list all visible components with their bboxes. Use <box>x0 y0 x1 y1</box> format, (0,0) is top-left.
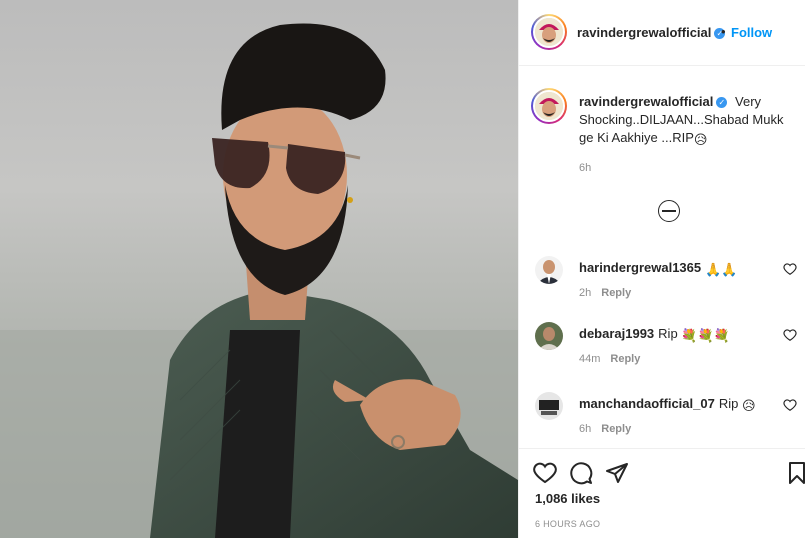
comment-meta: 6h Reply <box>579 423 631 435</box>
like-icon[interactable] <box>533 461 557 485</box>
post-photo[interactable] <box>0 0 518 538</box>
comment-body: Rip <box>718 396 739 411</box>
folded-hands-icon: 🙏🙏 <box>705 262 738 277</box>
comment-meta: 2h Reply <box>579 287 631 299</box>
comment-avatar[interactable] <box>535 322 563 350</box>
comment-username[interactable]: manchandaofficial_07 <box>579 396 715 411</box>
verified-icon: ✓ <box>716 97 728 109</box>
comment-icon[interactable] <box>569 461 593 485</box>
comment-like-icon[interactable] <box>783 328 797 342</box>
comment-body: Rip <box>658 326 678 341</box>
comment-text: manchandaofficial_07 Rip 😥 <box>579 396 756 414</box>
comment-text: debaraj1993 Rip 💐💐💐 <box>579 326 730 344</box>
comment-like-icon[interactable] <box>783 262 797 276</box>
separator-dot: • <box>721 24 726 39</box>
comment-avatar[interactable] <box>535 392 563 420</box>
post-age[interactable]: 6 HOURS AGO <box>535 519 600 529</box>
caption-time[interactable]: 6h <box>579 162 591 174</box>
reply-button[interactable]: Reply <box>601 423 631 435</box>
commenter-avatar-image <box>535 322 563 350</box>
caption-text: ravindergrewalofficial ✓ Very Shocking..D… <box>579 93 791 149</box>
comment-time[interactable]: 6h <box>579 423 591 435</box>
share-icon[interactable] <box>605 461 629 485</box>
bookmark-icon[interactable] <box>785 461 805 485</box>
post-photo-illustration <box>0 23 518 538</box>
sad-emoji-icon: 😥 <box>693 132 708 147</box>
reply-button[interactable]: Reply <box>601 287 631 299</box>
follow-button[interactable]: Follow <box>731 25 772 40</box>
comment-username[interactable]: harindergrewal1365 <box>579 260 701 275</box>
comment-row: harindergrewal1365 🙏🙏 2h Reply <box>531 256 805 308</box>
comment-row: debaraj1993 Rip 💐💐💐 44m Reply <box>531 322 805 374</box>
sad-emoji-icon: 😥 <box>741 398 756 413</box>
comment-meta: 44m Reply <box>579 353 640 365</box>
caption-avatar[interactable] <box>531 88 567 124</box>
caption-username[interactable]: ravindergrewalofficial ✓ <box>579 94 728 109</box>
author-username-text[interactable]: ravindergrewalofficial <box>577 25 711 40</box>
commenter-avatar-image <box>535 256 563 284</box>
comment-time[interactable]: 2h <box>579 287 591 299</box>
author-avatar-image <box>535 18 563 46</box>
comment-like-icon[interactable] <box>783 398 797 412</box>
comment-time[interactable]: 44m <box>579 353 600 365</box>
post-actions: 1,086 likes 6 HOURS AGO <box>519 448 805 538</box>
caption-username-text[interactable]: ravindergrewalofficial <box>579 94 713 109</box>
load-more-icon[interactable] <box>658 200 680 222</box>
commenter-avatar-image <box>535 392 563 420</box>
caption-avatar-image <box>535 92 563 120</box>
comment-username[interactable]: debaraj1993 <box>579 326 654 341</box>
comment-avatar[interactable] <box>535 256 563 284</box>
comment-row: manchandaofficial_07 Rip 😥 6h Reply <box>531 392 805 444</box>
author-avatar[interactable] <box>531 14 567 50</box>
post-header: ravindergrewalofficial ✓ • Follow <box>519 0 805 66</box>
bouquet-icon: 💐💐💐 <box>681 328 730 343</box>
reply-button[interactable]: Reply <box>610 353 640 365</box>
likes-count[interactable]: 1,086 likes <box>535 491 600 506</box>
post-side-panel: ravindergrewalofficial ✓ • Follow ravinde… <box>518 0 805 538</box>
comment-text: harindergrewal1365 🙏🙏 <box>579 260 738 278</box>
author-username[interactable]: ravindergrewalofficial ✓ <box>577 25 726 40</box>
